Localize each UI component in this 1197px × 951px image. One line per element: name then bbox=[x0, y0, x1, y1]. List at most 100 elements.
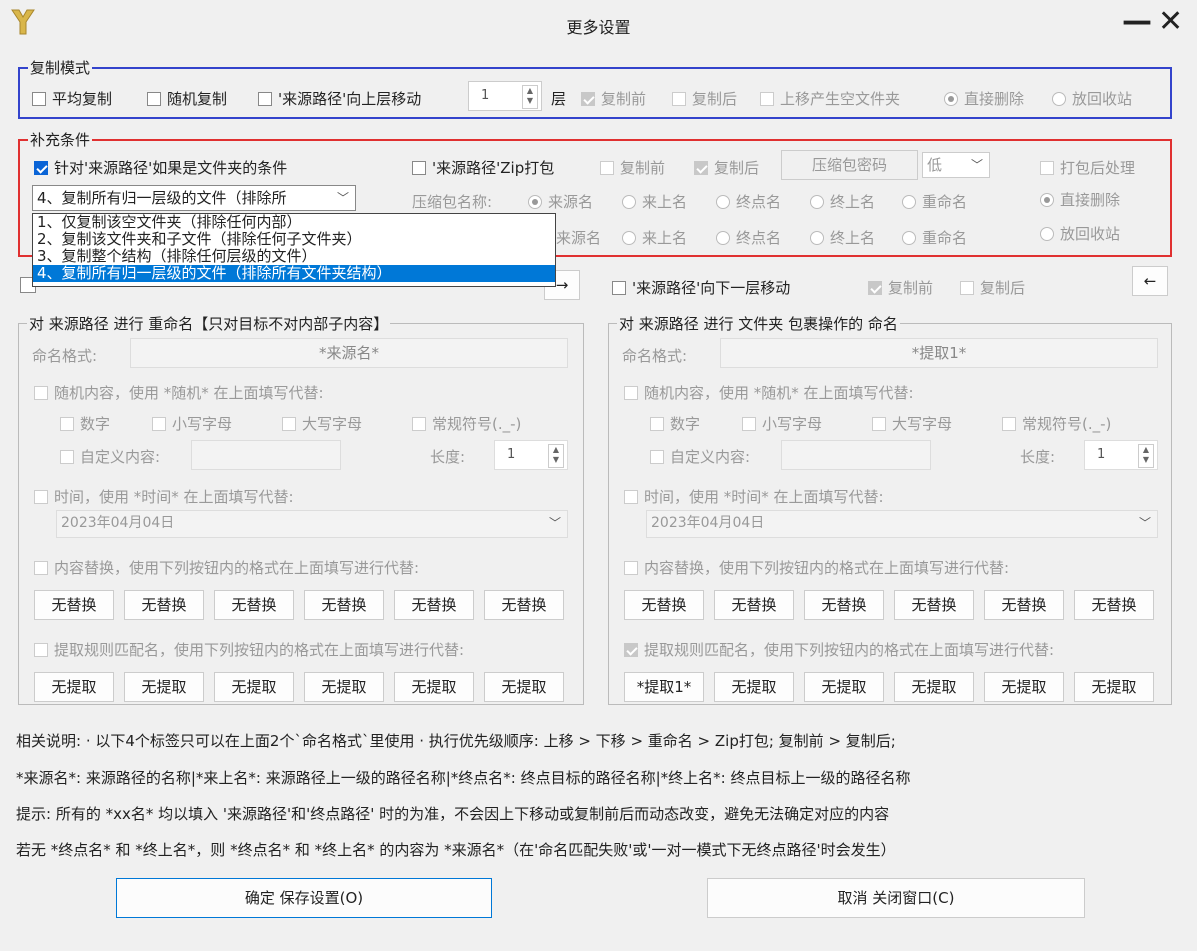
rename-upper-checkbox[interactable]: 大写字母 bbox=[282, 413, 362, 434]
avg-copy-checkbox[interactable]: 平均复制 bbox=[32, 88, 112, 109]
up-after-checkbox[interactable]: 复制后 bbox=[672, 88, 737, 109]
rename-extract-checkbox[interactable]: 提取规则匹配名，使用下列按钮内的格式在上面填写进行代替: bbox=[34, 639, 464, 660]
post-recycle-radio[interactable]: 放回收站 bbox=[1040, 223, 1120, 244]
up-delete-radio[interactable]: 直接删除 bbox=[944, 88, 1024, 109]
rename-replace-button[interactable]: 无替换 bbox=[214, 590, 294, 620]
rename-time-checkbox[interactable]: 时间，使用 *时间* 在上面填写代替: bbox=[34, 486, 294, 507]
rename-panel-legend: 对 来源路径 进行 重命名【只对目标不对内部子内容】 bbox=[29, 315, 389, 333]
zip-before-checkbox[interactable]: 复制前 bbox=[600, 157, 665, 178]
up-before-checkbox[interactable]: 复制前 bbox=[581, 88, 646, 109]
wrap-replace-button[interactable]: 无替换 bbox=[714, 590, 794, 620]
wrap-extract-button[interactable]: *提取1* bbox=[624, 672, 704, 702]
wrap-digits-checkbox[interactable]: 数字 bbox=[650, 413, 700, 434]
random-copy-checkbox[interactable]: 随机复制 bbox=[147, 88, 227, 109]
wrap-replace-button[interactable]: 无替换 bbox=[984, 590, 1064, 620]
wrap-replace-button[interactable]: 无替换 bbox=[804, 590, 884, 620]
wrap-replace-button[interactable]: 无替换 bbox=[1074, 590, 1154, 620]
stepper-arrows-icon[interactable]: ▲ ▼ bbox=[522, 85, 538, 109]
rename-extract-button[interactable]: 无提取 bbox=[394, 672, 474, 702]
zip-checkbox[interactable]: '来源路径'Zip打包 bbox=[412, 157, 554, 178]
zip-name-dest-parent-radio[interactable]: 终上名 bbox=[810, 191, 875, 212]
folder-mode-option[interactable]: 3、复制整个结构（排除任何层级的文件） bbox=[33, 248, 555, 265]
wrap-extract-button[interactable]: 无提取 bbox=[984, 672, 1064, 702]
rename-custom-input[interactable] bbox=[191, 440, 341, 470]
wrap-replace-checkbox[interactable]: 内容替换，使用下列按钮内的格式在上面填写进行代替: bbox=[624, 557, 1009, 578]
wrap-custom-checkbox[interactable]: 自定义内容: bbox=[650, 446, 750, 467]
compression-level-select[interactable]: 低 ﹀ bbox=[922, 152, 990, 178]
rename-replace-checkbox[interactable]: 内容替换，使用下列按钮内的格式在上面填写进行代替: bbox=[34, 557, 419, 578]
folder-mode-option-selected[interactable]: 4、复制所有归一层级的文件（排除所有文件夹结构） bbox=[33, 265, 555, 282]
folder-condition-checkbox[interactable]: 针对'来源路径'如果是文件夹的条件 bbox=[34, 157, 287, 178]
rename-replace-button[interactable]: 无替换 bbox=[304, 590, 384, 620]
wrap-custom-input[interactable] bbox=[781, 440, 931, 470]
rename-symbols-label: 常规符号(._-) bbox=[432, 415, 522, 433]
rename-random-checkbox[interactable]: 随机内容，使用 *随机* 在上面填写代替: bbox=[34, 382, 324, 403]
wrap-extract-button[interactable]: 无提取 bbox=[804, 672, 884, 702]
wrap-replace-button[interactable]: 无替换 bbox=[894, 590, 974, 620]
stepper-arrows-icon[interactable]: ▲ ▼ bbox=[1138, 444, 1154, 468]
rename-digits-checkbox[interactable]: 数字 bbox=[60, 413, 110, 434]
wrap-random-checkbox[interactable]: 随机内容，使用 *随机* 在上面填写代替: bbox=[624, 382, 914, 403]
inner-name-dest-parent-radio[interactable]: 终上名 bbox=[810, 227, 875, 248]
wrap-lower-checkbox[interactable]: 小写字母 bbox=[742, 413, 822, 434]
stepper-arrows-icon[interactable]: ▲ ▼ bbox=[548, 444, 564, 468]
rename-symbols-checkbox[interactable]: 常规符号(._-) bbox=[412, 413, 521, 434]
save-button[interactable]: 确定 保存设置(O) bbox=[116, 878, 492, 918]
back-arrow-button[interactable]: ← bbox=[1132, 266, 1168, 296]
down-after-checkbox[interactable]: 复制后 bbox=[960, 277, 1025, 298]
rename-length-stepper[interactable]: 1 ▲ ▼ bbox=[494, 440, 568, 470]
levels-value: 1 bbox=[481, 88, 490, 103]
close-button[interactable]: ✕ bbox=[1158, 4, 1183, 40]
inner-name-parent-radio[interactable]: 来上名 bbox=[622, 227, 687, 248]
levels-stepper[interactable]: 1 ▲ ▼ bbox=[468, 81, 542, 111]
wrap-extract-checkbox[interactable]: 提取规则匹配名，使用下列按钮内的格式在上面填写进行代替: bbox=[624, 639, 1054, 660]
down-before-checkbox[interactable]: 复制前 bbox=[868, 277, 933, 298]
rename-upper-label: 大写字母 bbox=[302, 415, 363, 433]
wrap-replace-button[interactable]: 无替换 bbox=[624, 590, 704, 620]
wrap-symbols-checkbox[interactable]: 常规符号(._-) bbox=[1002, 413, 1111, 434]
folder-mode-dropdown[interactable]: 1、仅复制该空文件夹（排除任何内部） 2、复制该文件夹和子文件（排除任何子文件夹… bbox=[32, 213, 556, 287]
minimize-button[interactable]: — bbox=[1122, 4, 1152, 40]
rename-extract-button[interactable]: 无提取 bbox=[34, 672, 114, 702]
zip-after-checkbox[interactable]: 复制后 bbox=[694, 157, 759, 178]
zip-name-dest-radio[interactable]: 终点名 bbox=[716, 191, 781, 212]
zip-name-rename-radio[interactable]: 重命名 bbox=[902, 191, 967, 212]
zip-label: '来源路径'Zip打包 bbox=[432, 159, 555, 177]
rename-replace-button[interactable]: 无替换 bbox=[34, 590, 114, 620]
rename-replace-button[interactable]: 无替换 bbox=[124, 590, 204, 620]
rename-format-input[interactable]: *来源名* bbox=[130, 338, 568, 368]
rename-lower-checkbox[interactable]: 小写字母 bbox=[152, 413, 232, 434]
inner-name-source-radio[interactable]: 来源名 bbox=[556, 227, 601, 248]
rename-replace-button[interactable]: 无替换 bbox=[484, 590, 564, 620]
move-down-checkbox[interactable]: '来源路径'向下一层移动 bbox=[612, 277, 790, 298]
rename-extract-button[interactable]: 无提取 bbox=[484, 672, 564, 702]
empty-folder-checkbox[interactable]: 上移产生空文件夹 bbox=[760, 88, 900, 109]
wrap-format-input[interactable]: *提取1* bbox=[720, 338, 1158, 368]
rename-extract-button[interactable]: 无提取 bbox=[214, 672, 294, 702]
wrap-date-select[interactable]: 2023年04月04日 ﹀ bbox=[646, 510, 1158, 538]
zip-password-button[interactable]: 压缩包密码 bbox=[781, 150, 918, 180]
wrap-extract-button[interactable]: 无提取 bbox=[714, 672, 794, 702]
folder-mode-select[interactable]: 4、复制所有归一层级的文件（排除所 ﹀ bbox=[32, 185, 356, 211]
inner-name-dest-radio[interactable]: 终点名 bbox=[716, 227, 781, 248]
up-recycle-radio[interactable]: 放回收站 bbox=[1052, 88, 1132, 109]
wrap-time-checkbox[interactable]: 时间，使用 *时间* 在上面填写代替: bbox=[624, 486, 884, 507]
zip-name-parent-radio[interactable]: 来上名 bbox=[622, 191, 687, 212]
rename-replace-button[interactable]: 无替换 bbox=[394, 590, 474, 620]
rename-custom-checkbox[interactable]: 自定义内容: bbox=[60, 446, 160, 467]
wrap-length-stepper[interactable]: 1 ▲ ▼ bbox=[1084, 440, 1158, 470]
rename-extract-button[interactable]: 无提取 bbox=[124, 672, 204, 702]
rename-extract-button[interactable]: 无提取 bbox=[304, 672, 384, 702]
post-delete-radio[interactable]: 直接删除 bbox=[1040, 189, 1120, 210]
zip-name-source-radio[interactable]: 来源名 bbox=[528, 191, 593, 212]
inner-name-rename-radio[interactable]: 重命名 bbox=[902, 227, 967, 248]
cancel-button[interactable]: 取消 关闭窗口(C) bbox=[707, 878, 1085, 918]
move-up-checkbox[interactable]: '来源路径'向上层移动 bbox=[258, 88, 421, 109]
rename-date-select[interactable]: 2023年04月04日 ﹀ bbox=[56, 510, 568, 538]
folder-mode-option[interactable]: 2、复制该文件夹和子文件（排除任何子文件夹） bbox=[33, 231, 555, 248]
wrap-extract-button[interactable]: 无提取 bbox=[894, 672, 974, 702]
folder-mode-option[interactable]: 1、仅复制该空文件夹（排除任何内部） bbox=[33, 214, 555, 231]
wrap-upper-checkbox[interactable]: 大写字母 bbox=[872, 413, 952, 434]
post-process-checkbox[interactable]: 打包后处理 bbox=[1040, 157, 1135, 178]
wrap-extract-button[interactable]: 无提取 bbox=[1074, 672, 1154, 702]
